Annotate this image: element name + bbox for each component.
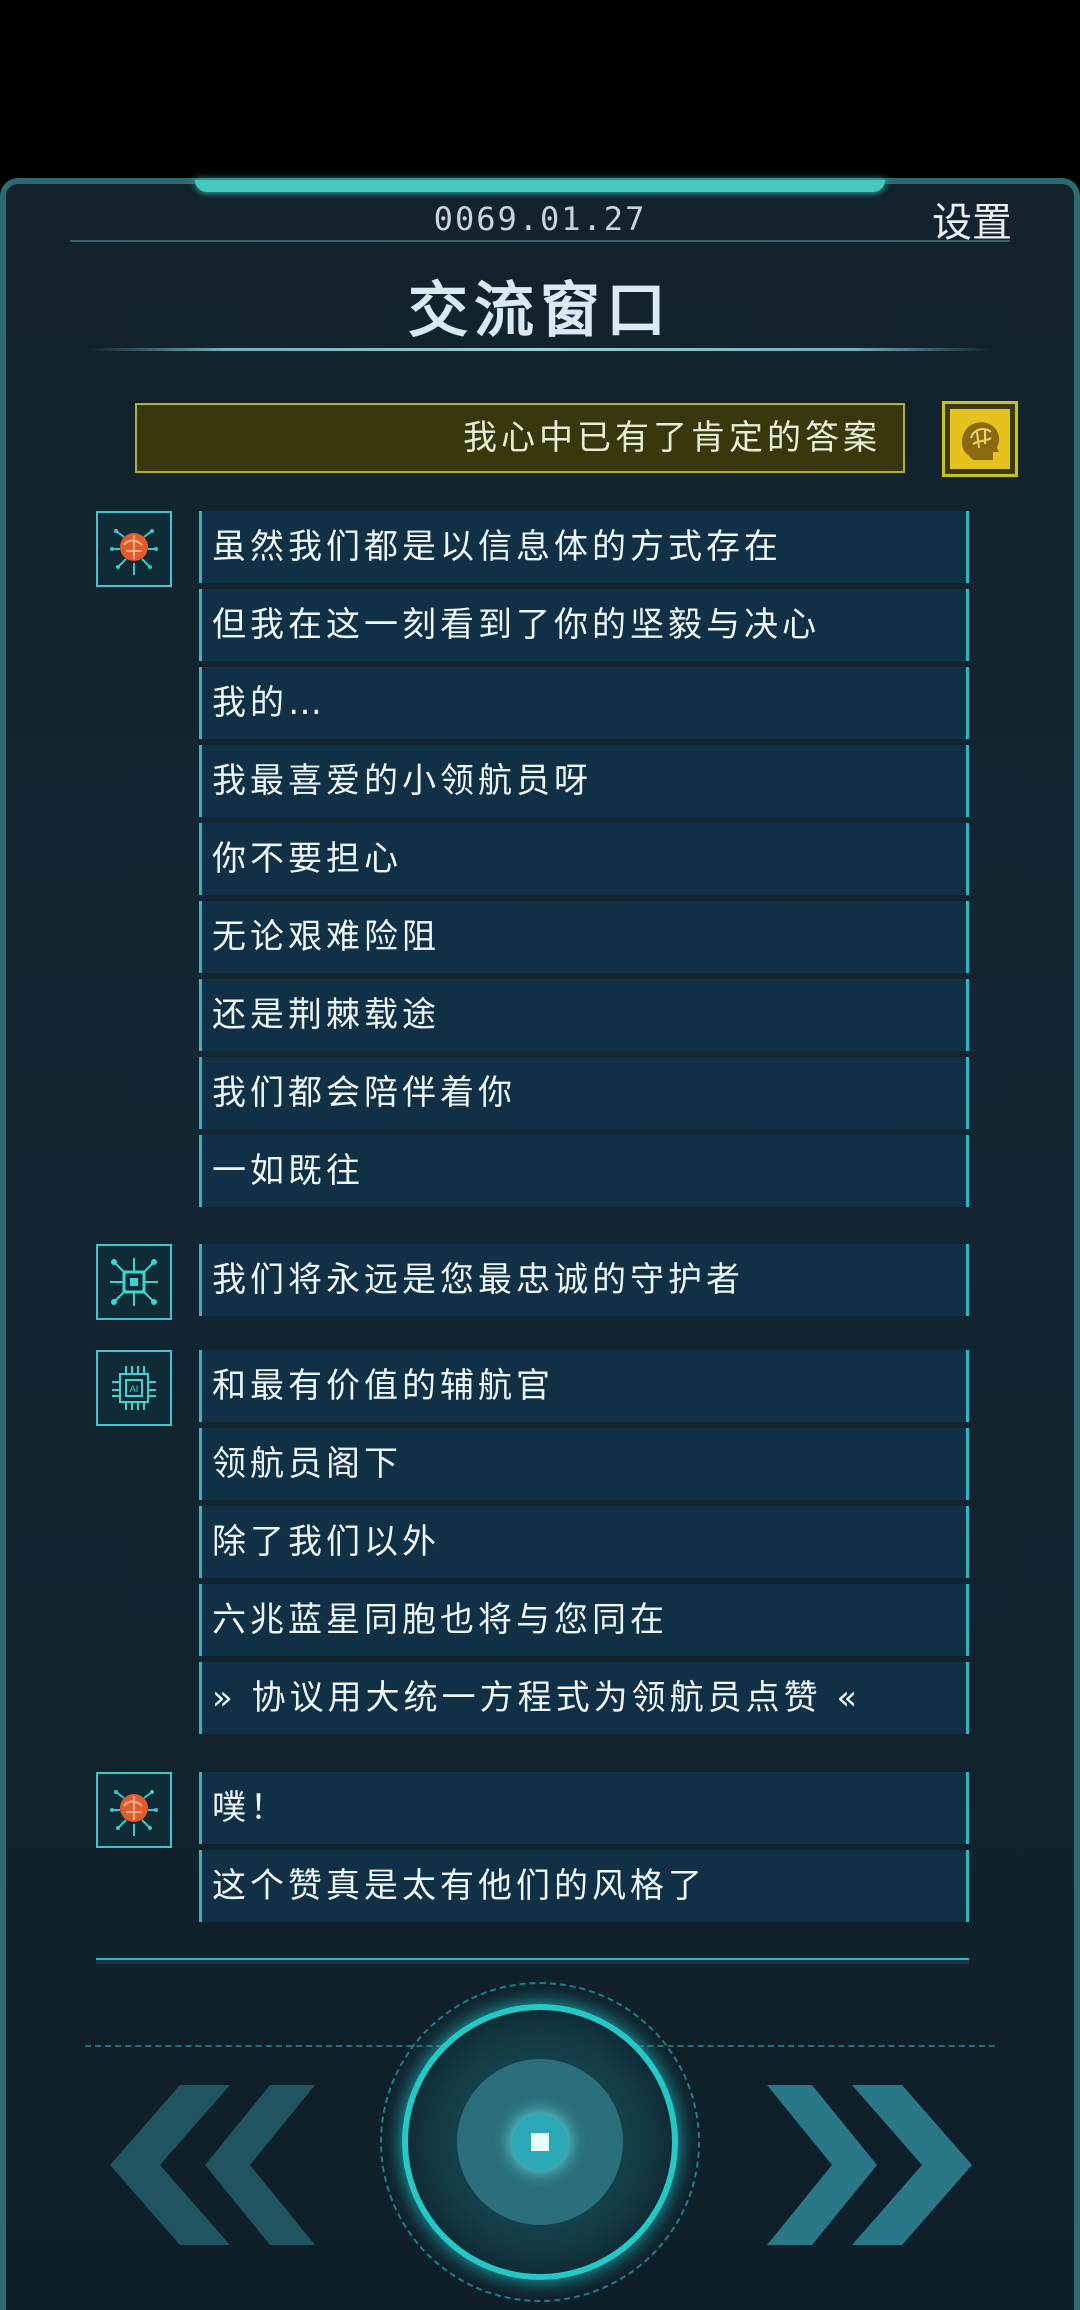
- npc-avatar-4: [96, 1772, 172, 1848]
- npc-message: 无论艰难险阻: [199, 901, 969, 973]
- npc-message: 和最有价值的辅航官: [199, 1350, 969, 1422]
- svg-text:AI: AI: [130, 1385, 139, 1395]
- circuit-chip-icon: [110, 1258, 158, 1306]
- npc-message: 噗！: [199, 1772, 969, 1844]
- play-button-inner: [457, 2059, 623, 2225]
- game-date: 0069.01.27: [433, 200, 647, 238]
- player-avatar: [942, 401, 1018, 477]
- npc-message: 我最喜爱的小领航员呀: [199, 745, 969, 817]
- npc-message: 还是荆棘载途: [199, 979, 969, 1051]
- npc-message: 领航员阁下: [199, 1428, 969, 1500]
- npc-message: 我的…: [199, 667, 969, 739]
- rewind-button[interactable]: [100, 2085, 320, 2245]
- title-divider: [90, 348, 990, 351]
- npc-message: 我们将永远是您最忠诚的守护者: [199, 1244, 969, 1316]
- npc-message: 除了我们以外: [199, 1506, 969, 1578]
- npc-avatar-2: [96, 1244, 172, 1320]
- npc-message: 但我在这一刻看到了你的坚毅与决心: [199, 589, 969, 661]
- npc-avatar-1: [96, 511, 172, 587]
- ai-chip-icon: AI: [112, 1366, 156, 1410]
- npc-message: » 协议用大统一方程式为领航员点赞 «: [199, 1662, 969, 1734]
- next-message-edge: [96, 1958, 969, 1964]
- cyber-brain-icon: [110, 529, 158, 575]
- header-divider: [70, 240, 1010, 242]
- npc-message: 这个赞真是太有他们的风格了: [199, 1850, 969, 1922]
- play-button-core: [512, 2114, 568, 2170]
- fast-forward-button[interactable]: [762, 2085, 982, 2245]
- npc-message: 六兆蓝星同胞也将与您同在: [199, 1584, 969, 1656]
- npc-message: 我们都会陪伴着你: [199, 1057, 969, 1129]
- stop-icon: [531, 2133, 549, 2151]
- npc-message: 虽然我们都是以信息体的方式存在: [199, 511, 969, 583]
- player-message: 我心中已有了肯定的答案: [135, 403, 905, 473]
- npc-message: 你不要担心: [199, 823, 969, 895]
- status-area: [0, 0, 1080, 178]
- page-title: 交流窗口: [408, 276, 672, 346]
- play-button[interactable]: [402, 2004, 678, 2280]
- panel-top-glow: [195, 180, 885, 192]
- npc-message: 一如既往: [199, 1135, 969, 1207]
- cyber-brain-icon: [110, 1790, 158, 1836]
- brain-head-icon: [950, 409, 1010, 469]
- npc-avatar-3: AI: [96, 1350, 172, 1426]
